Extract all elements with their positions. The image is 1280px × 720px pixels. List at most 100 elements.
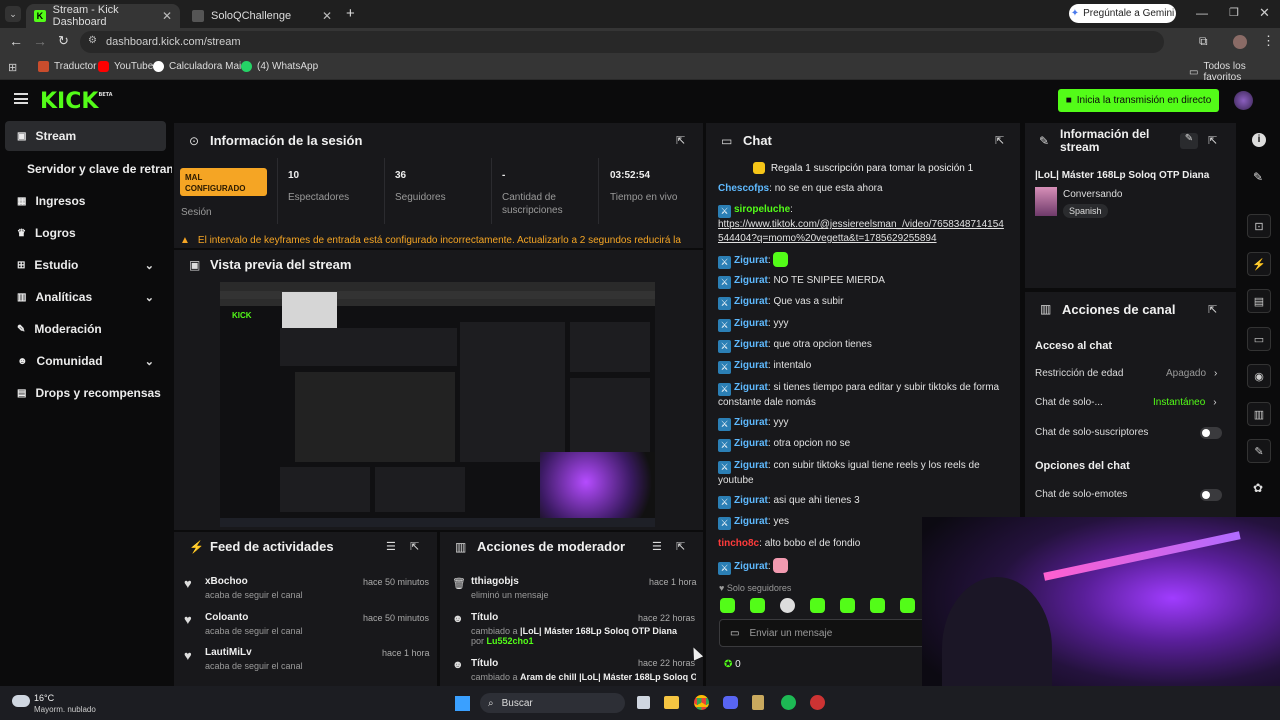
emotes-only-toggle[interactable] — [1200, 489, 1222, 501]
popout-icon[interactable]: ⇱ — [1208, 134, 1217, 147]
emote-icon[interactable] — [840, 598, 855, 613]
subs-only-toggle[interactable] — [1200, 427, 1222, 439]
apps-grid-icon[interactable]: ⊞ — [8, 61, 17, 74]
sidebar-item-ingresos[interactable]: ▦ Ingresos — [5, 186, 166, 216]
sidebar-item-comunidad[interactable]: ☻ Comunidad ⌄ — [5, 346, 166, 376]
close-tab-icon[interactable]: ✕ — [162, 9, 172, 23]
chat-mode-label: ♥ Solo seguidores — [719, 583, 792, 593]
reload-icon[interactable]: ↻ — [58, 33, 69, 49]
category-thumbnail — [1035, 187, 1057, 216]
filter-icon[interactable]: ☰ — [386, 540, 396, 553]
shield-icon: ▥ — [455, 540, 467, 554]
document-icon[interactable]: ▤ — [1247, 289, 1271, 313]
close-tab-icon[interactable]: ✕ — [322, 9, 332, 23]
info-icon[interactable]: i — [1252, 133, 1266, 147]
popout-icon[interactable]: ⇱ — [676, 540, 685, 553]
chat-bubble-icon[interactable]: ▭ — [1247, 327, 1271, 351]
pencil-icon[interactable]: ✎ — [1253, 170, 1263, 184]
age-restriction-select[interactable]: Apagado › — [1166, 368, 1217, 379]
weather-temp[interactable]: 16°C — [34, 693, 54, 703]
emote-icon[interactable] — [900, 598, 915, 613]
forward-icon[interactable]: → — [33, 33, 47, 49]
tab-kick-dashboard[interactable]: K Stream - Kick Dashboard ✕ — [26, 4, 180, 28]
task-view-icon[interactable] — [637, 696, 650, 709]
emote-icon[interactable] — [750, 598, 765, 613]
sidebar-item-drops[interactable]: ▤ Drops y recompensas — [5, 378, 166, 408]
all-bookmarks[interactable]: ▭ Todos los favoritos — [1189, 61, 1280, 83]
sidebar-item-logros[interactable]: ♛ Logros — [5, 218, 166, 248]
subs-only-label: Chat de solo-suscriptores — [1035, 427, 1149, 438]
back-icon[interactable]: ← — [9, 33, 23, 49]
trophy-icon: ♛ — [17, 227, 26, 239]
sword-badge-icon: ⚔ — [718, 297, 731, 310]
chat-title: Chat — [743, 133, 772, 148]
sidebar-item-estudio[interactable]: ⊞ Estudio ⌄ — [5, 250, 166, 280]
site-info-icon[interactable]: ⚙ — [88, 35, 97, 46]
filter-icon[interactable]: ☰ — [652, 540, 662, 553]
slow-mode-select[interactable]: Instantáneo › — [1153, 397, 1217, 408]
sidebar-item-analiticas[interactable]: ▥ Analíticas ⌄ — [5, 282, 166, 312]
window-close-button[interactable]: ✕ — [1259, 5, 1270, 21]
wrench-icon[interactable]: ✎ — [1247, 439, 1271, 463]
emote-icon[interactable] — [720, 598, 735, 613]
emote-bar — [720, 598, 915, 613]
broadcast-icon[interactable]: ◉ — [1247, 364, 1271, 388]
popout-icon[interactable]: ⇱ — [410, 540, 419, 553]
kick-logo[interactable]: KICKBETA — [40, 89, 113, 114]
tab-favicon-icon — [192, 10, 204, 22]
tab-search-button[interactable]: ⌄ — [5, 6, 21, 22]
emote-icon — [773, 252, 789, 267]
sword-badge-icon: ⚔ — [718, 439, 731, 452]
edit-button[interactable]: ✎ — [1180, 133, 1198, 149]
popout-icon[interactable]: ⇱ — [676, 134, 685, 147]
profile-icon[interactable] — [1233, 35, 1247, 49]
url-field[interactable]: ⚙ dashboard.kick.com/stream — [80, 31, 1164, 53]
whatsapp-icon — [241, 61, 252, 72]
gemini-icon: ✦ — [1070, 8, 1080, 19]
moderation-icon[interactable]: ▥ — [1247, 402, 1271, 426]
sidebar-item-servidor[interactable]: Servidor y clave de retransmisión — [5, 154, 172, 184]
keyframe-warning: ▲ El intervalo de keyframes de entrada es… — [180, 235, 681, 246]
tab-soloqchallenge[interactable]: SoloQChallenge ✕ — [184, 4, 340, 28]
emote-icon[interactable] — [870, 598, 885, 613]
app-icon[interactable] — [752, 695, 764, 710]
spotify-icon[interactable] — [781, 695, 796, 710]
stream-preview-video[interactable]: KICK — [220, 282, 655, 527]
taskbar-search[interactable]: ⌕ Buscar — [480, 693, 625, 713]
language-tag: Spanish — [1063, 204, 1108, 218]
user-avatar[interactable] — [1234, 91, 1253, 110]
hamburger-menu-icon[interactable] — [14, 93, 28, 104]
discord-icon[interactable] — [723, 696, 738, 709]
bookmark-whatsapp[interactable]: (4) WhatsApp — [241, 61, 318, 72]
chrome-icon[interactable] — [694, 695, 709, 710]
file-explorer-icon[interactable] — [664, 696, 679, 709]
menu-kebab-icon[interactable]: ⋮ — [1262, 33, 1275, 49]
gemini-button[interactable]: ✦ Pregúntale a Gemini — [1069, 4, 1176, 23]
emote-icon[interactable] — [780, 598, 795, 613]
channel-points[interactable]: ✪ 0 — [724, 659, 741, 670]
bookmark-traductor[interactable]: Traductor — [38, 61, 96, 72]
pinned-gift-banner[interactable]: Regala 1 suscripción para tomar la posic… — [706, 158, 1020, 178]
emote-icon[interactable] — [810, 598, 825, 613]
bookmark-calculadora[interactable]: Calculadora Main — [153, 61, 247, 72]
session-title: Información de la sesión — [210, 133, 363, 148]
popout-icon[interactable]: ⇱ — [995, 134, 1004, 147]
popout-icon[interactable]: ⇱ — [1208, 303, 1217, 316]
minimize-button[interactable]: — — [1196, 6, 1208, 20]
focus-icon[interactable]: ⊡ — [1247, 214, 1271, 238]
start-button[interactable] — [455, 696, 470, 711]
new-tab-button[interactable]: + — [346, 5, 355, 22]
wrench-icon: ✎ — [17, 323, 26, 335]
lightning-icon[interactable]: ⚡ — [1247, 252, 1271, 276]
bookmark-youtube[interactable]: YouTube — [98, 61, 153, 72]
category-name: Conversando — [1063, 189, 1123, 200]
start-stream-button[interactable]: ■ Inicia la transmisión en directo — [1058, 89, 1219, 112]
settings-icon[interactable]: ✿ — [1253, 481, 1263, 495]
league-icon[interactable] — [810, 695, 825, 710]
chat-message: ⚔ Zigurat: si tienes tiempo para editar y… — [718, 382, 1000, 408]
sidebar-item-stream[interactable]: ▣ Stream — [5, 121, 166, 151]
extensions-icon[interactable]: ⧉ — [1199, 34, 1208, 49]
sidebar-item-moderacion[interactable]: ✎ Moderación — [5, 314, 166, 344]
maximize-button[interactable]: ❐ — [1229, 6, 1239, 19]
folder-icon: ▭ — [1189, 66, 1199, 78]
